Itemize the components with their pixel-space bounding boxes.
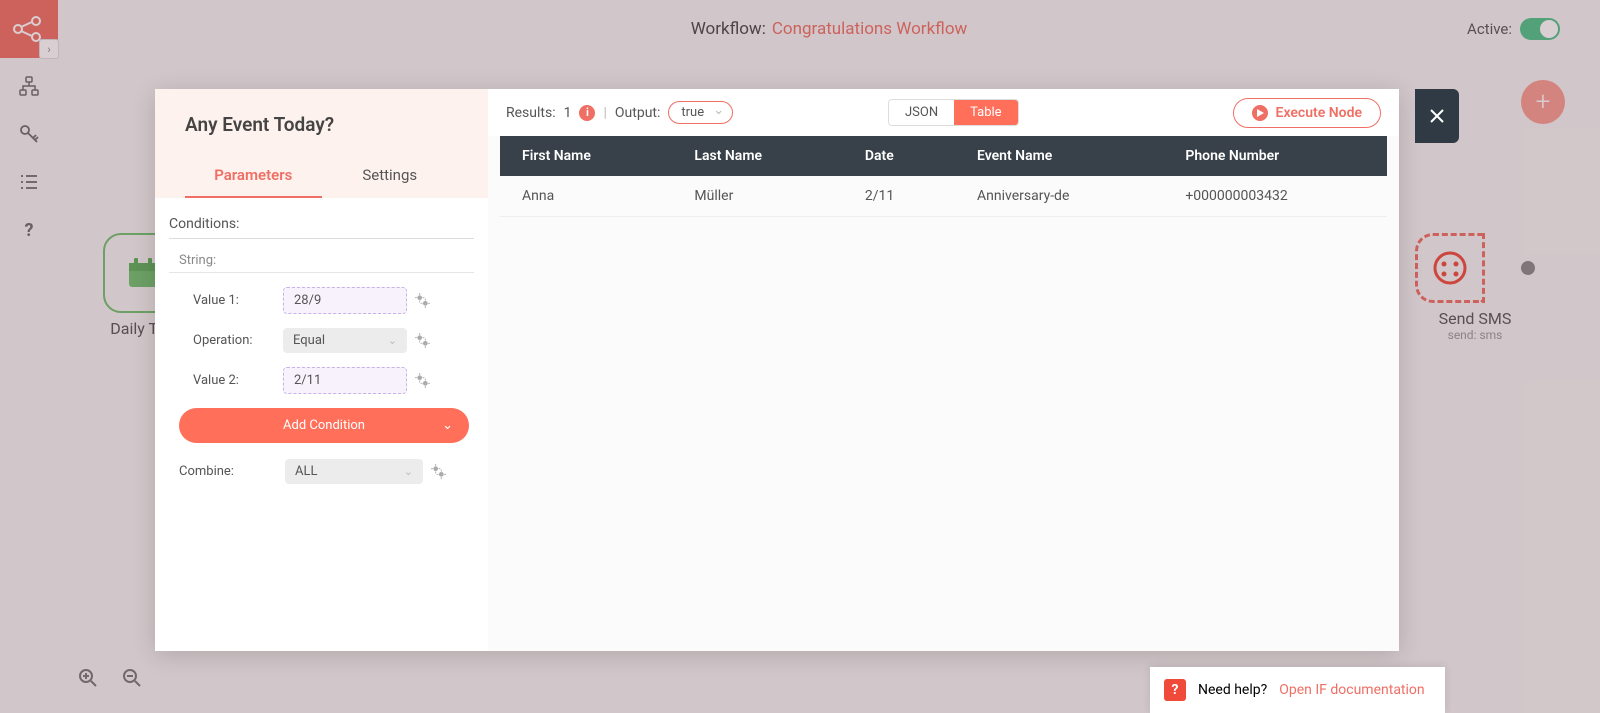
cell-last: Müller xyxy=(672,176,842,217)
chevron-down-icon: ⌄ xyxy=(388,334,397,347)
divider xyxy=(169,272,474,273)
execute-node-button[interactable]: Execute Node xyxy=(1233,98,1381,128)
help-bar: ? Need help? Open IF documentation xyxy=(1150,667,1445,713)
results-count: 1 xyxy=(564,105,572,121)
help-link[interactable]: Open IF documentation xyxy=(1279,682,1424,698)
output-label: Output: xyxy=(615,105,660,121)
col-event-name: Event Name xyxy=(955,136,1163,176)
table-row[interactable]: Anna Müller 2/11 Anniversary-de +0000000… xyxy=(500,176,1387,217)
cell-event: Anniversary-de xyxy=(955,176,1163,217)
operation-select[interactable]: Equal ⌄ xyxy=(283,328,407,353)
output-select[interactable]: true xyxy=(668,101,733,124)
cell-date: 2/11 xyxy=(843,176,955,217)
cell-first: Anna xyxy=(500,176,672,217)
combine-value: ALL xyxy=(295,464,317,479)
chevron-down-icon: ⌄ xyxy=(404,465,413,478)
col-date: Date xyxy=(843,136,955,176)
results-table: First Name Last Name Date Event Name Pho… xyxy=(500,136,1387,217)
view-table-button[interactable]: Table xyxy=(954,100,1017,125)
tab-settings[interactable]: Settings xyxy=(322,156,459,198)
value2-input[interactable]: 2/11 xyxy=(283,367,407,394)
help-text: Need help? xyxy=(1198,682,1267,698)
results-label: Results: xyxy=(506,105,556,121)
value1-input[interactable]: 28/9 xyxy=(283,287,407,314)
gear-icon[interactable] xyxy=(415,373,430,388)
node-title: Any Event Today? xyxy=(185,113,458,136)
string-label: String: xyxy=(169,253,474,268)
gear-icon[interactable] xyxy=(415,293,430,308)
conditions-label: Conditions: xyxy=(169,216,474,232)
execute-label: Execute Node xyxy=(1276,105,1362,121)
add-condition-button[interactable]: Add Condition ⌄ xyxy=(179,408,469,443)
add-condition-label: Add Condition xyxy=(283,418,365,433)
chevron-down-icon: ⌄ xyxy=(442,418,453,433)
operation-label: Operation: xyxy=(193,333,283,348)
gear-icon[interactable] xyxy=(431,464,446,479)
view-json-button[interactable]: JSON xyxy=(889,100,954,125)
separator: | xyxy=(603,105,606,121)
node-editor-modal: Any Event Today? Parameters Settings Con… xyxy=(155,89,1399,651)
close-modal-button[interactable] xyxy=(1415,89,1459,143)
cell-phone: +000000003432 xyxy=(1163,176,1387,217)
combine-select[interactable]: ALL ⌄ xyxy=(285,459,423,484)
gear-icon[interactable] xyxy=(415,333,430,348)
help-icon[interactable]: ? xyxy=(1164,679,1186,701)
view-toggle: JSON Table xyxy=(888,99,1019,126)
divider xyxy=(169,238,474,239)
play-icon xyxy=(1252,105,1268,121)
col-last-name: Last Name xyxy=(672,136,842,176)
value2-label: Value 2: xyxy=(193,373,283,388)
value1-label: Value 1: xyxy=(193,293,283,308)
operation-value: Equal xyxy=(293,333,325,348)
col-phone: Phone Number xyxy=(1163,136,1387,176)
col-first-name: First Name xyxy=(500,136,672,176)
combine-label: Combine: xyxy=(179,464,285,479)
tab-parameters[interactable]: Parameters xyxy=(185,156,322,198)
info-icon[interactable]: i xyxy=(579,105,595,121)
